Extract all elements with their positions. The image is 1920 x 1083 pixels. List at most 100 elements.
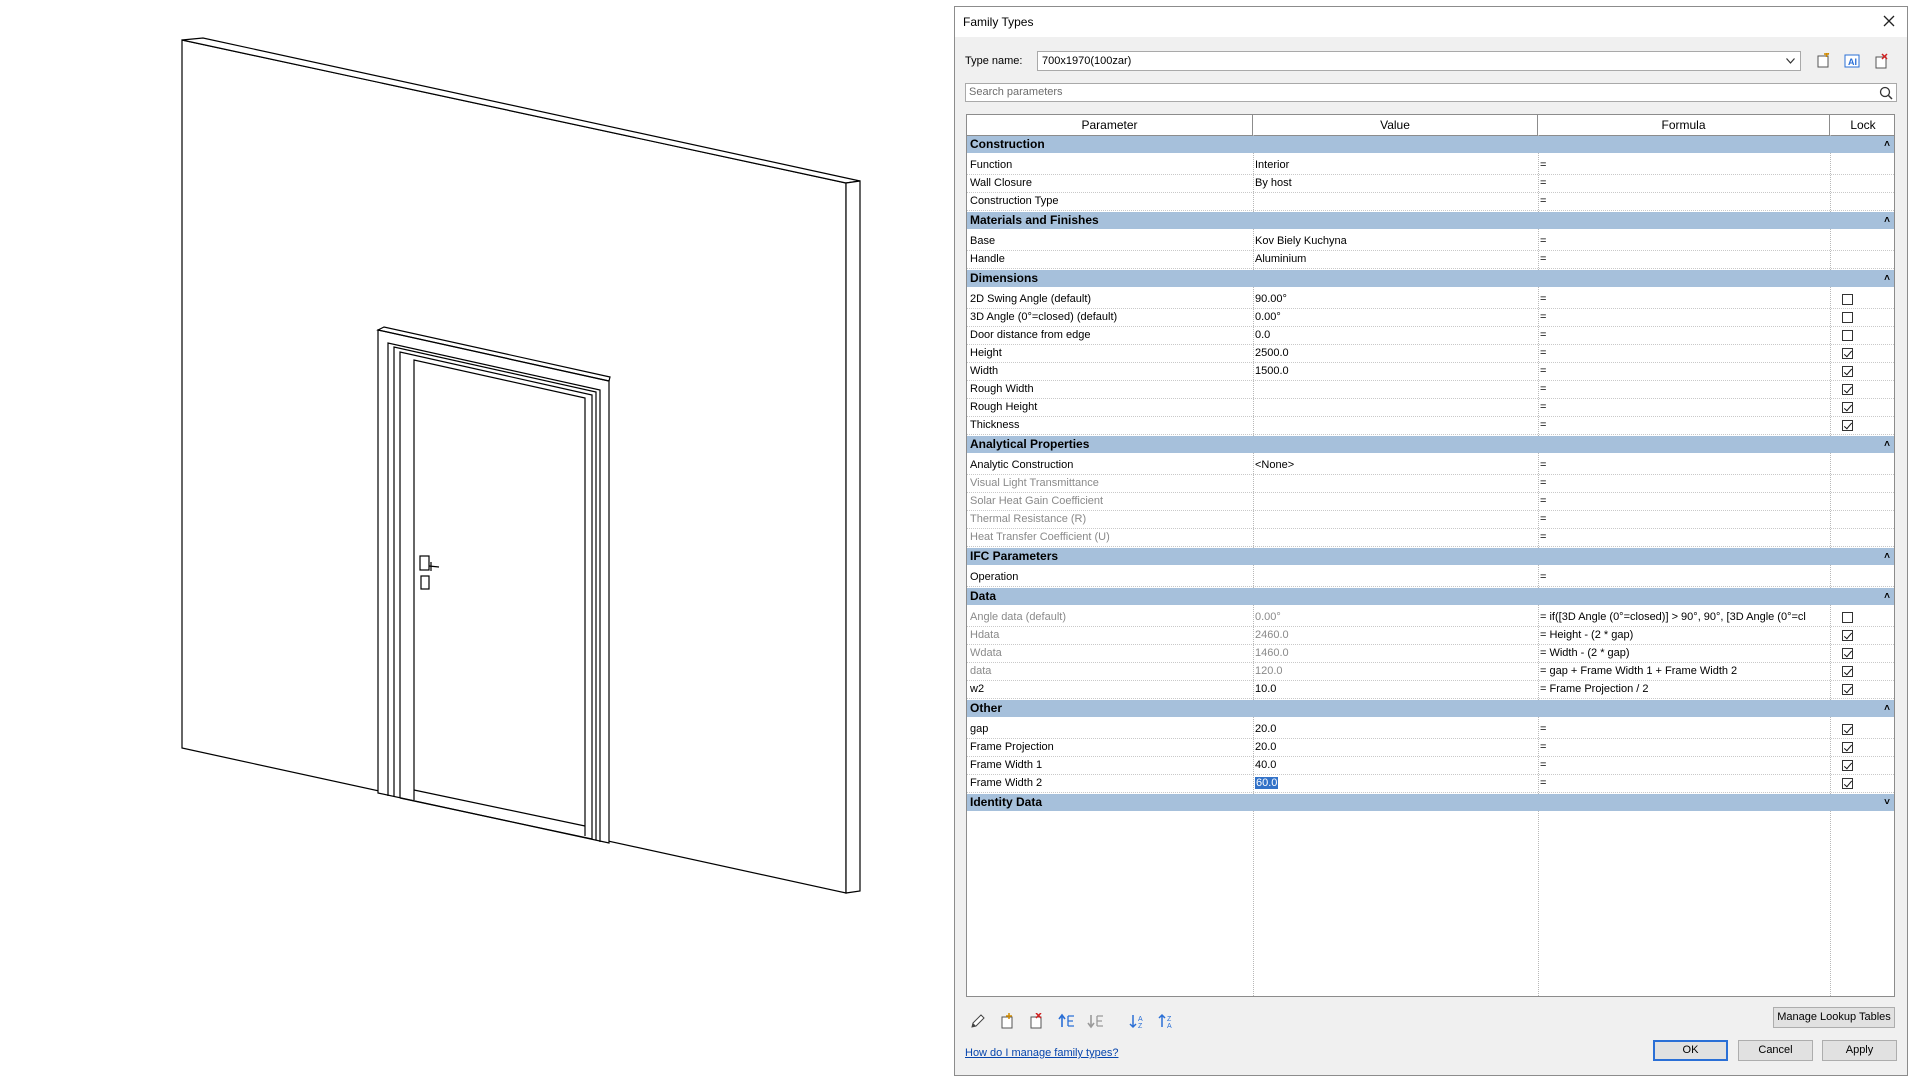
collapse-chevron-icon[interactable]: ˄	[1884, 212, 1890, 229]
parameter-formula[interactable]: =	[1540, 417, 1828, 434]
collapse-chevron-icon[interactable]: ˄	[1884, 270, 1890, 287]
parameter-value[interactable]: Interior	[1255, 157, 1535, 174]
parameter-formula[interactable]: =	[1540, 251, 1828, 268]
parameter-formula[interactable]: =	[1540, 399, 1828, 416]
parameter-row[interactable]: Function Interior =	[967, 157, 1894, 175]
delete-parameter-icon[interactable]	[1025, 1011, 1047, 1031]
parameter-row[interactable]: w2 10.0 = Frame Projection / 2	[967, 681, 1894, 699]
move-up-icon[interactable]	[1056, 1011, 1078, 1031]
parameter-formula[interactable]: =	[1540, 193, 1828, 210]
parameter-formula[interactable]: =	[1540, 309, 1828, 326]
parameter-formula[interactable]: =	[1540, 475, 1828, 492]
parameter-row[interactable]: Width 1500.0 =	[967, 363, 1894, 381]
parameter-value[interactable]: 10.0	[1255, 681, 1535, 698]
parameter-formula[interactable]: =	[1540, 493, 1828, 510]
search-parameters-input[interactable]: Search parameters	[965, 83, 1897, 102]
column-header-formula[interactable]: Formula	[1538, 115, 1830, 135]
lock-checkbox[interactable]	[1842, 384, 1853, 395]
group-header[interactable]: Analytical Properties ˄	[967, 436, 1894, 453]
parameter-row[interactable]: Rough Width =	[967, 381, 1894, 399]
parameter-value[interactable]: 20.0	[1255, 721, 1535, 738]
selected-value-text[interactable]: 60.0	[1255, 777, 1279, 789]
parameter-value[interactable]: By host	[1255, 175, 1535, 192]
lock-checkbox[interactable]	[1842, 724, 1853, 735]
parameter-row[interactable]: Visual Light Transmittance =	[967, 475, 1894, 493]
ok-button[interactable]: OK	[1653, 1040, 1728, 1061]
group-header[interactable]: IFC Parameters ˄	[967, 548, 1894, 565]
parameter-row[interactable]: Construction Type =	[967, 193, 1894, 211]
3d-view-canvas[interactable]	[0, 0, 950, 1080]
lock-checkbox[interactable]	[1842, 402, 1853, 413]
cancel-button[interactable]: Cancel	[1738, 1040, 1813, 1061]
parameter-row[interactable]: Rough Height =	[967, 399, 1894, 417]
lock-checkbox[interactable]	[1842, 648, 1853, 659]
parameter-formula[interactable]: =	[1540, 233, 1828, 250]
parameter-formula[interactable]: =	[1540, 569, 1828, 586]
parameter-formula[interactable]: =	[1540, 739, 1828, 756]
lock-checkbox[interactable]	[1842, 778, 1853, 789]
collapse-chevron-icon[interactable]: ˄	[1884, 588, 1890, 605]
parameter-value[interactable]	[1255, 381, 1535, 398]
parameter-row[interactable]: Wdata 1460.0 = Width - (2 * gap)	[967, 645, 1894, 663]
parameter-value[interactable]: 1500.0	[1255, 363, 1535, 380]
sort-ascending-icon[interactable]: AZ	[1127, 1011, 1149, 1031]
parameter-value[interactable]: 40.0	[1255, 757, 1535, 774]
parameter-row[interactable]: Handle Aluminium =	[967, 251, 1894, 269]
apply-button[interactable]: Apply	[1822, 1040, 1897, 1061]
rename-type-icon[interactable]: AI	[1841, 51, 1863, 71]
manage-lookup-tables-button[interactable]: Manage Lookup Tables	[1773, 1007, 1895, 1028]
parameter-formula[interactable]: =	[1540, 757, 1828, 774]
parameter-value[interactable]: 20.0	[1255, 739, 1535, 756]
parameter-row[interactable]: gap 20.0 =	[967, 721, 1894, 739]
group-header[interactable]: Materials and Finishes ˄	[967, 212, 1894, 229]
parameter-row[interactable]: Heat Transfer Coefficient (U) =	[967, 529, 1894, 547]
new-parameter-icon[interactable]	[996, 1011, 1018, 1031]
parameter-row[interactable]: Solar Heat Gain Coefficient =	[967, 493, 1894, 511]
sort-descending-icon[interactable]: ZA	[1156, 1011, 1178, 1031]
lock-checkbox[interactable]	[1842, 760, 1853, 771]
parameter-formula[interactable]: =	[1540, 291, 1828, 308]
collapse-chevron-icon[interactable]: ˄	[1884, 436, 1890, 453]
parameter-row[interactable]: Thickness =	[967, 417, 1894, 435]
parameter-formula[interactable]: =	[1540, 721, 1828, 738]
parameter-row[interactable]: Angle data (default) 0.00° = if([3D Angle …	[967, 609, 1894, 627]
close-icon[interactable]	[1879, 11, 1899, 31]
parameter-formula[interactable]: = Width - (2 * gap)	[1540, 645, 1828, 662]
parameter-row[interactable]: 3D Angle (0°=closed) (default) 0.00° =	[967, 309, 1894, 327]
lock-checkbox[interactable]	[1842, 366, 1853, 377]
expand-chevron-icon[interactable]: ˅	[1884, 794, 1890, 811]
parameter-value[interactable]	[1255, 193, 1535, 210]
search-icon[interactable]	[1878, 84, 1894, 101]
parameter-value[interactable]: Kov Biely Kuchyna	[1255, 233, 1535, 250]
lock-checkbox[interactable]	[1842, 612, 1853, 623]
parameter-value[interactable]: <None>	[1255, 457, 1535, 474]
parameter-value[interactable]: 2500.0	[1255, 345, 1535, 362]
parameter-formula[interactable]: =	[1540, 381, 1828, 398]
parameter-value[interactable]	[1255, 399, 1535, 416]
parameter-formula[interactable]: = Height - (2 * gap)	[1540, 627, 1828, 644]
lock-checkbox[interactable]	[1842, 630, 1853, 641]
lock-checkbox[interactable]	[1842, 420, 1853, 431]
column-header-parameter[interactable]: Parameter	[967, 115, 1253, 135]
collapse-chevron-icon[interactable]: ˄	[1884, 136, 1890, 153]
parameter-row[interactable]: Height 2500.0 =	[967, 345, 1894, 363]
parameter-value[interactable]	[1255, 569, 1535, 586]
move-down-icon[interactable]	[1085, 1011, 1107, 1031]
parameter-formula[interactable]: = gap + Frame Width 1 + Frame Width 2	[1540, 663, 1828, 680]
collapse-chevron-icon[interactable]: ˄	[1884, 548, 1890, 565]
parameter-row[interactable]: Base Kov Biely Kuchyna =	[967, 233, 1894, 251]
group-header[interactable]: Identity Data ˅	[967, 794, 1894, 811]
group-header[interactable]: Data ˄	[967, 588, 1894, 605]
parameter-formula[interactable]: =	[1540, 327, 1828, 344]
parameter-formula[interactable]: =	[1540, 363, 1828, 380]
parameter-formula[interactable]: =	[1540, 345, 1828, 362]
edit-parameter-icon[interactable]	[967, 1011, 989, 1031]
parameter-row[interactable]: Hdata 2460.0 = Height - (2 * gap)	[967, 627, 1894, 645]
parameter-row[interactable]: Wall Closure By host =	[967, 175, 1894, 193]
collapse-chevron-icon[interactable]: ˄	[1884, 700, 1890, 717]
column-header-value[interactable]: Value	[1253, 115, 1538, 135]
parameter-value[interactable]: 0.00°	[1255, 309, 1535, 326]
parameter-value[interactable]	[1255, 417, 1535, 434]
parameter-formula[interactable]: =	[1540, 157, 1828, 174]
parameter-value[interactable]: 0.0	[1255, 327, 1535, 344]
